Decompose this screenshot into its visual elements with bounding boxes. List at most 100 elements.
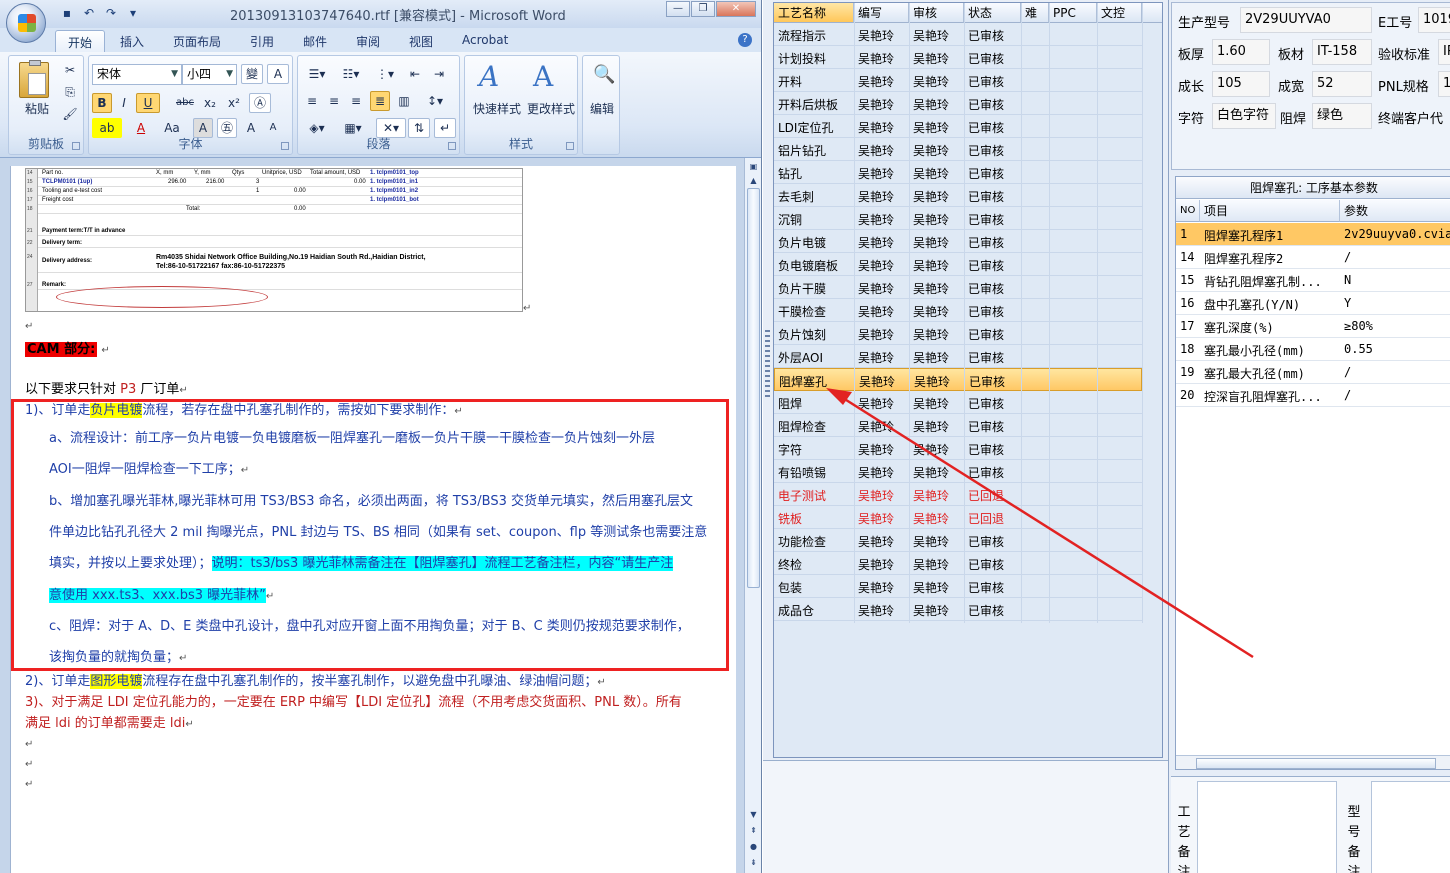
- length-field[interactable]: 105: [1212, 71, 1270, 97]
- align-right-icon[interactable]: ≡: [346, 91, 366, 111]
- params-horizontal-scrollbar[interactable]: [1176, 755, 1450, 769]
- char-border-icon[interactable]: A: [267, 64, 289, 84]
- pnl-field[interactable]: 1: [1438, 71, 1450, 97]
- process-row[interactable]: 负片蚀刻 吴艳玲 吴艳玲 已审核: [774, 322, 1142, 345]
- process-row[interactable]: 成品仓 吴艳玲 吴艳玲 已审核: [774, 598, 1142, 621]
- char-field[interactable]: 白色字符: [1212, 103, 1276, 129]
- increase-indent-icon[interactable]: ⇥: [428, 64, 450, 84]
- col-header-reviewer[interactable]: 审核: [909, 3, 964, 23]
- format-painter-icon[interactable]: 🖌: [61, 104, 79, 124]
- undo-icon[interactable]: ↶: [80, 5, 98, 22]
- decrease-indent-icon[interactable]: ⇤: [404, 64, 426, 84]
- quick-styles-icon[interactable]: A: [479, 60, 499, 93]
- process-row[interactable]: 包装 吴艳玲 吴艳玲 已审核: [774, 575, 1142, 598]
- line-spacing-icon[interactable]: ↕▾: [420, 91, 450, 111]
- justify-icon[interactable]: ≣: [370, 91, 390, 111]
- param-row[interactable]: 14 阻焊塞孔程序2 /: [1176, 246, 1450, 269]
- paste-button[interactable]: 粘贴: [19, 100, 55, 117]
- tab-page-layout[interactable]: 页面布局: [173, 33, 221, 50]
- process-row[interactable]: 外层AOI 吴艳玲 吴艳玲 已审核: [774, 345, 1142, 368]
- font-size-select[interactable]: 小四 ▼: [182, 64, 237, 85]
- align-center-icon[interactable]: ≡: [324, 91, 344, 111]
- copy-icon[interactable]: ⎘: [61, 82, 79, 102]
- clear-formatting-icon[interactable]: Ⓐ: [249, 93, 271, 113]
- process-row[interactable]: 负电镀磨板 吴艳玲 吴艳玲 已审核: [774, 253, 1142, 276]
- help-icon[interactable]: ?: [738, 33, 752, 47]
- tab-review[interactable]: 审阅: [356, 33, 380, 50]
- tab-insert[interactable]: 插入: [120, 33, 144, 50]
- distributed-icon[interactable]: ▥: [394, 91, 414, 111]
- process-row[interactable]: 流程指示 吴艳玲 吴艳玲 已审核: [774, 23, 1142, 46]
- close-button[interactable]: ✕: [716, 1, 756, 17]
- mask-field[interactable]: 绿色: [1312, 103, 1372, 129]
- ruler-toggle-icon[interactable]: ▣: [747, 160, 760, 173]
- minimize-button[interactable]: —: [666, 1, 690, 17]
- tab-mailings[interactable]: 邮件: [303, 33, 327, 50]
- paste-icon[interactable]: [19, 60, 49, 98]
- col-header-difficulty[interactable]: 难: [1021, 3, 1049, 23]
- process-row[interactable]: 计划投料 吴艳玲 吴艳玲 已审核: [774, 46, 1142, 69]
- process-row[interactable]: 功能检查 吴艳玲 吴艳玲 已审核: [774, 529, 1142, 552]
- superscript-button[interactable]: x²: [223, 93, 245, 113]
- process-row[interactable]: 铝片钻孔 吴艳玲 吴艳玲 已审核: [774, 138, 1142, 161]
- phonetic-guide-icon[interactable]: 變: [241, 64, 263, 84]
- process-row[interactable]: 有铅喷锡 吴艳玲 吴艳玲 已审核: [774, 460, 1142, 483]
- change-styles-button[interactable]: 更改样式: [523, 100, 579, 117]
- font-launcher-icon[interactable]: [281, 142, 289, 150]
- edit-button[interactable]: 编辑: [583, 100, 621, 117]
- office-button-icon[interactable]: [6, 3, 46, 43]
- prev-page-icon[interactable]: ⇞: [747, 824, 760, 837]
- next-page-icon[interactable]: ⇟: [747, 856, 760, 869]
- process-row[interactable]: 钻孔 吴艳玲 吴艳玲 已审核: [774, 161, 1142, 184]
- tab-home[interactable]: 开始: [55, 30, 106, 53]
- params-scroll-thumb[interactable]: [1196, 758, 1436, 769]
- process-row[interactable]: 开料后烘板 吴艳玲 吴艳玲 已审核: [774, 92, 1142, 115]
- redo-icon[interactable]: ↷: [102, 5, 120, 22]
- quick-styles-button[interactable]: 快速样式: [469, 100, 525, 117]
- clipboard-launcher-icon[interactable]: [72, 142, 80, 150]
- process-row[interactable]: 沉铜 吴艳玲 吴艳玲 已审核: [774, 207, 1142, 230]
- cut-icon[interactable]: ✂: [61, 60, 79, 80]
- width-field[interactable]: 52: [1312, 71, 1372, 97]
- standard-field[interactable]: IP: [1438, 39, 1450, 65]
- thickness-field[interactable]: 1.60: [1212, 39, 1270, 65]
- font-name-select[interactable]: 宋体 ▼: [92, 64, 182, 85]
- underline-button[interactable]: U: [136, 93, 160, 113]
- change-styles-icon[interactable]: A: [533, 60, 553, 93]
- material-field[interactable]: IT-158: [1312, 39, 1372, 65]
- model-field[interactable]: 2V29UUYVA0: [1240, 7, 1372, 33]
- param-col-no[interactable]: NO: [1176, 200, 1200, 222]
- binoculars-icon[interactable]: 🔍: [593, 64, 615, 85]
- strikethrough-button[interactable]: abc: [173, 93, 197, 113]
- col-header-status[interactable]: 状态: [964, 3, 1021, 23]
- browse-object-icon[interactable]: ●: [747, 840, 760, 853]
- process-row[interactable]: 负片电镀 吴艳玲 吴艳玲 已审核: [774, 230, 1142, 253]
- paragraph-launcher-icon[interactable]: [448, 142, 456, 150]
- col-header-ppc[interactable]: PPC: [1049, 3, 1097, 23]
- tab-acrobat[interactable]: Acrobat: [462, 33, 508, 47]
- subscript-button[interactable]: x₂: [199, 93, 221, 113]
- process-row[interactable]: 阻焊 吴艳玲 吴艳玲 已审核: [774, 391, 1142, 414]
- scroll-up-icon[interactable]: ▲: [747, 174, 760, 187]
- align-left-icon[interactable]: ≡: [302, 91, 322, 111]
- col-header-process[interactable]: 工艺名称: [774, 3, 854, 23]
- document-vertical-scrollbar[interactable]: ▣ ▲ ▼ ⇞ ● ⇟: [744, 158, 761, 873]
- scroll-down-icon[interactable]: ▼: [747, 808, 760, 821]
- param-col-value[interactable]: 参数: [1340, 200, 1450, 222]
- param-row[interactable]: 16 盘中孔塞孔(Y/N) Y: [1176, 292, 1450, 315]
- tab-view[interactable]: 视图: [409, 33, 433, 50]
- process-row[interactable]: 阻焊检查 吴艳玲 吴艳玲 已审核: [774, 414, 1142, 437]
- process-row[interactable]: 负片干膜 吴艳玲 吴艳玲 已审核: [774, 276, 1142, 299]
- param-row[interactable]: 17 塞孔深度(%) ≥80%: [1176, 315, 1450, 338]
- italic-button[interactable]: I: [114, 93, 134, 113]
- process-row[interactable]: 终检 吴艳玲 吴艳玲 已审核: [774, 552, 1142, 575]
- restore-button[interactable]: ❐: [691, 1, 715, 17]
- model-remark-box[interactable]: [1371, 781, 1450, 873]
- styles-launcher-icon[interactable]: [566, 142, 574, 150]
- numbering-icon[interactable]: ☷▾: [336, 64, 366, 84]
- param-row[interactable]: 1 阻焊塞孔程序1 2v29uuyva0.cvia: [1176, 223, 1450, 246]
- multilevel-list-icon[interactable]: ⋮▾: [370, 64, 400, 84]
- col-header-writer[interactable]: 编写: [854, 3, 909, 23]
- qat-customize-icon[interactable]: ▾: [124, 5, 142, 22]
- param-row[interactable]: 19 塞孔最大孔径(mm) /: [1176, 361, 1450, 384]
